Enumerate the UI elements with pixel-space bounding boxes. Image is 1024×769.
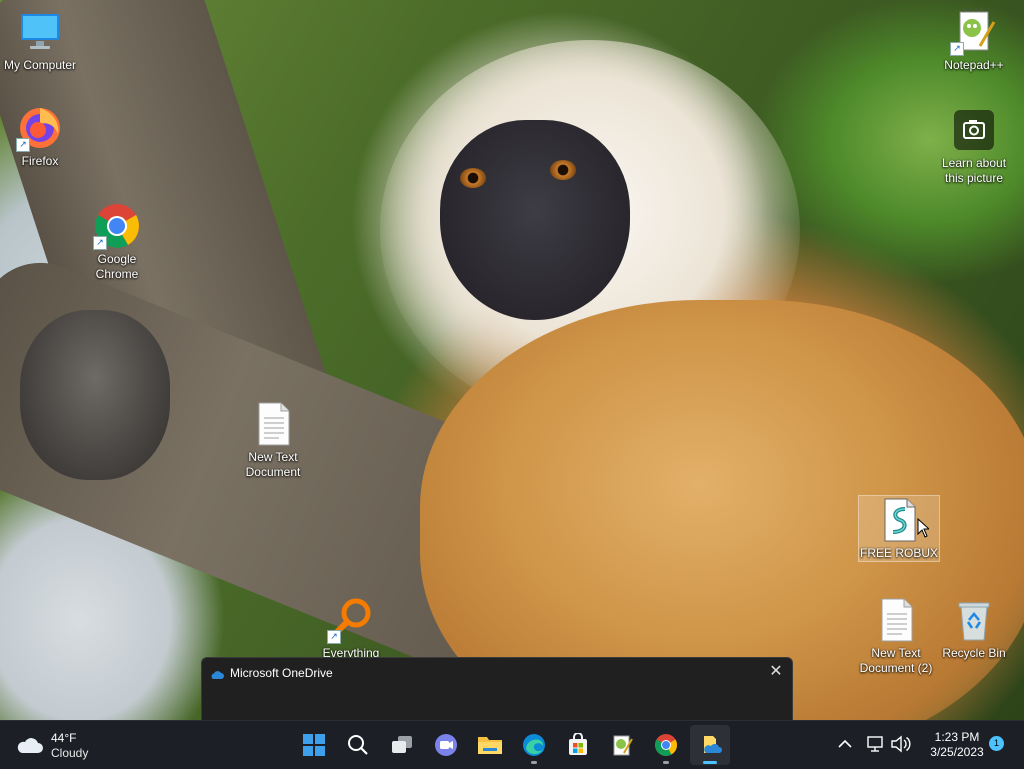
desktop-icon-new-text-document-2[interactable]: New Text Document (2): [856, 596, 936, 676]
desktop-icon-new-text-document[interactable]: New Text Document: [233, 400, 313, 480]
task-view-icon: [392, 736, 412, 753]
desktop-icon-notepadpp[interactable]: ↗ Notepad++: [934, 8, 1014, 73]
network-icon: [867, 736, 883, 752]
shortcut-arrow-icon: ↗: [93, 236, 107, 250]
search-icon: [348, 735, 368, 755]
teams-icon: [435, 734, 457, 756]
volume-icon: [891, 735, 911, 753]
teams-chat-button[interactable]: [426, 725, 466, 765]
recycle-bin-icon: [950, 596, 998, 644]
desktop-icon-firefox[interactable]: ↗ Firefox: [0, 104, 80, 169]
text-document-icon: [872, 596, 920, 644]
shortcut-arrow-icon: ↗: [327, 630, 341, 644]
weather-temperature: 44°F: [51, 731, 77, 745]
close-icon[interactable]: ✕: [766, 662, 786, 682]
desktop-icon-google-chrome[interactable]: ↗ Google Chrome: [77, 202, 157, 282]
notification-badge[interactable]: 1: [989, 736, 1004, 751]
running-indicator: [663, 761, 669, 764]
onedrive-cloud-icon: [210, 667, 224, 679]
wallpaper-monkey-hand: [20, 310, 170, 480]
onedrive-flyout[interactable]: Microsoft OneDrive ✕: [201, 657, 793, 720]
desktop-icon-recycle-bin[interactable]: Recycle Bin: [934, 596, 1014, 661]
folder-icon: [478, 737, 502, 754]
start-button[interactable]: [294, 725, 334, 765]
desktop-icon-label: Notepad++: [944, 58, 1004, 72]
firefox-icon: ↗: [16, 104, 64, 152]
store-icon: [569, 733, 587, 755]
camera-icon: [950, 106, 998, 154]
show-hidden-icons-button[interactable]: [834, 733, 856, 755]
desktop-icon-label: My Computer: [3, 58, 77, 72]
notepadpp-icon: [613, 735, 633, 756]
desktop-icon-my-computer[interactable]: My Computer: [0, 8, 80, 73]
text-document-icon: [249, 400, 297, 448]
script-file-icon: [875, 496, 923, 544]
clock-date: 3/25/2023: [930, 745, 984, 759]
volume-button[interactable]: [890, 734, 912, 759]
chrome-icon: [655, 734, 677, 756]
desktop-icon-label: Learn about this picture: [941, 156, 1007, 185]
desktop-icon-label: Recycle Bin: [942, 646, 1006, 660]
desktop-background: My Computer ↗ Firefox ↗ Google Chrome Ne…: [0, 0, 1024, 720]
file-explorer-button[interactable]: [470, 725, 510, 765]
onedrive-flyout-title: Microsoft OneDrive: [230, 666, 333, 680]
wallpaper-monkey-eye-right: [550, 160, 576, 180]
desktop-icon-label: New Text Document (2): [859, 646, 933, 675]
windows-logo-icon: [303, 734, 325, 756]
search-button[interactable]: [338, 725, 378, 765]
desktop-icon-label: Google Chrome: [95, 252, 139, 281]
desktop-icon-everything[interactable]: ↗ Everything: [311, 596, 391, 658]
wallpaper-monkey-face: [440, 120, 630, 320]
wallpaper-monkey-eye-left: [460, 168, 486, 188]
clock[interactable]: 1:23 PM 3/25/2023: [918, 730, 996, 760]
network-button[interactable]: [866, 734, 886, 759]
chrome-taskbar-button[interactable]: [646, 725, 686, 765]
chrome-icon: ↗: [93, 202, 141, 250]
everything-search-icon: ↗: [327, 596, 375, 644]
desktop-icon-label: Firefox: [21, 154, 59, 168]
taskbar: 44°F Cloudy 1:23 PM 3/25/2023: [0, 720, 1024, 769]
weather-condition: Cloudy: [51, 746, 89, 760]
microsoft-store-button[interactable]: [558, 725, 598, 765]
shortcut-arrow-icon: ↗: [16, 138, 30, 152]
shortcut-arrow-icon: ↗: [950, 42, 964, 56]
clock-time: 1:23 PM: [934, 730, 980, 744]
notepadpp-taskbar-button[interactable]: [602, 725, 642, 765]
desktop-icon-label: New Text Document: [245, 450, 301, 479]
mouse-cursor-icon: [917, 517, 931, 543]
edge-button[interactable]: [514, 725, 554, 765]
running-indicator: [531, 761, 537, 764]
notepadpp-icon: ↗: [950, 8, 998, 56]
desktop-icon-label: FREE ROBUX: [859, 546, 938, 560]
running-indicator: [703, 761, 717, 764]
desktop-icon-learn-about-picture[interactable]: Learn about this picture: [934, 106, 1014, 186]
edge-icon: [523, 734, 545, 756]
task-view-button[interactable]: [382, 725, 422, 765]
chevron-up-icon: [838, 739, 852, 748]
cloud-icon: [16, 735, 44, 760]
onedrive-icon: [704, 736, 722, 753]
monitor-icon: [16, 8, 64, 56]
onedrive-taskbar-button[interactable]: [690, 725, 730, 765]
